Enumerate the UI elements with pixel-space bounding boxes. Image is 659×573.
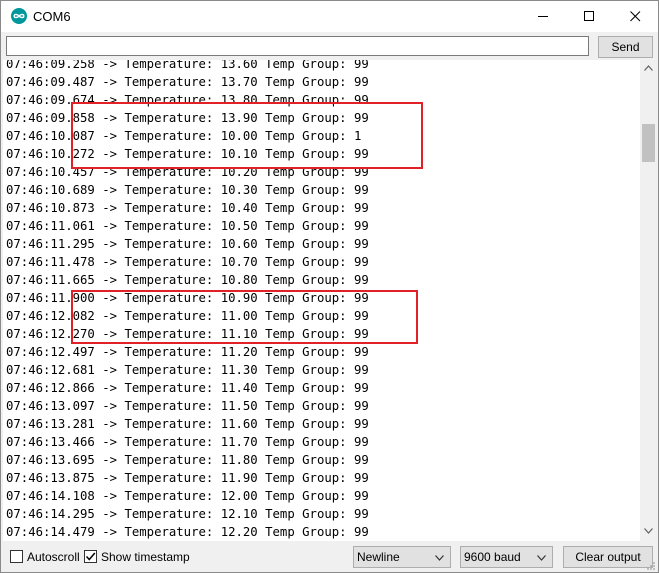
serial-line: 07:46:12.681 -> Temperature: 11.30 Temp …	[6, 363, 369, 377]
serial-line: 07:46:13.466 -> Temperature: 11.70 Temp …	[6, 435, 369, 449]
minimize-icon	[538, 16, 548, 17]
serial-monitor-window: COM6 Send 07:46:09.258 -> Temperature: 1…	[0, 0, 659, 573]
show-timestamp-label[interactable]: Show timestamp	[101, 550, 190, 564]
line-ending-select[interactable]: Newline	[353, 546, 451, 568]
highlight-box-group-2	[71, 290, 418, 344]
baud-rate-value: 9600 baud	[464, 550, 521, 564]
scroll-up-arrow-icon[interactable]	[644, 65, 653, 71]
chevron-down-icon	[537, 555, 546, 561]
highlight-box-group-1	[71, 102, 423, 169]
serial-output-area[interactable]: 07:46:09.258 -> Temperature: 13.60 Temp …	[3, 60, 640, 541]
minimize-button[interactable]	[520, 1, 566, 32]
show-timestamp-checkbox[interactable]	[84, 550, 97, 563]
maximize-icon	[584, 11, 594, 21]
serial-line: 07:46:11.061 -> Temperature: 10.50 Temp …	[6, 219, 369, 233]
serial-line: 07:46:13.097 -> Temperature: 11.50 Temp …	[6, 399, 369, 413]
autoscroll-checkbox[interactable]	[10, 550, 23, 563]
arduino-infinity-icon	[11, 8, 27, 24]
scrollbar-thumb[interactable]	[642, 124, 655, 162]
serial-line: 07:46:10.873 -> Temperature: 10.40 Temp …	[6, 201, 369, 215]
bottom-toolbar: Autoscroll Show timestamp Newline 9600 b…	[1, 541, 658, 572]
title-bar[interactable]: COM6	[1, 1, 658, 32]
serial-line: 07:46:14.295 -> Temperature: 12.10 Temp …	[6, 507, 369, 521]
serial-line: 07:46:13.281 -> Temperature: 11.60 Temp …	[6, 417, 369, 431]
serial-line: 07:46:11.478 -> Temperature: 10.70 Temp …	[6, 255, 369, 269]
scroll-down-arrow-icon[interactable]	[644, 528, 653, 534]
serial-line: 07:46:10.689 -> Temperature: 10.30 Temp …	[6, 183, 369, 197]
serial-send-input[interactable]	[6, 36, 589, 56]
serial-line: 07:46:13.695 -> Temperature: 11.80 Temp …	[6, 453, 369, 467]
checkmark-icon	[85, 552, 96, 561]
send-button[interactable]: Send	[598, 36, 653, 58]
serial-line: 07:46:12.866 -> Temperature: 11.40 Temp …	[6, 381, 369, 395]
vertical-scrollbar[interactable]	[640, 60, 657, 541]
resize-grip-icon[interactable]	[646, 561, 656, 571]
serial-line: 07:46:09.487 -> Temperature: 13.70 Temp …	[6, 75, 369, 89]
autoscroll-label[interactable]: Autoscroll	[27, 550, 80, 564]
maximize-button[interactable]	[566, 1, 612, 32]
serial-line: 07:46:14.479 -> Temperature: 12.20 Temp …	[6, 525, 369, 539]
clear-output-button[interactable]: Clear output	[563, 546, 653, 568]
serial-line: 07:46:11.665 -> Temperature: 10.80 Temp …	[6, 273, 369, 287]
window-title: COM6	[33, 9, 71, 24]
serial-line: 07:46:11.295 -> Temperature: 10.60 Temp …	[6, 237, 369, 251]
close-button[interactable]	[612, 1, 658, 32]
serial-line: 07:46:13.875 -> Temperature: 11.90 Temp …	[6, 471, 369, 485]
send-bar: Send	[1, 32, 658, 62]
chevron-down-icon	[435, 555, 444, 561]
serial-line: 07:46:12.497 -> Temperature: 11.20 Temp …	[6, 345, 369, 359]
close-icon	[630, 11, 641, 22]
serial-line: 07:46:14.108 -> Temperature: 12.00 Temp …	[6, 489, 369, 503]
line-ending-value: Newline	[357, 550, 400, 564]
baud-rate-select[interactable]: 9600 baud	[460, 546, 553, 568]
serial-line: 07:46:09.258 -> Temperature: 13.60 Temp …	[6, 60, 369, 71]
